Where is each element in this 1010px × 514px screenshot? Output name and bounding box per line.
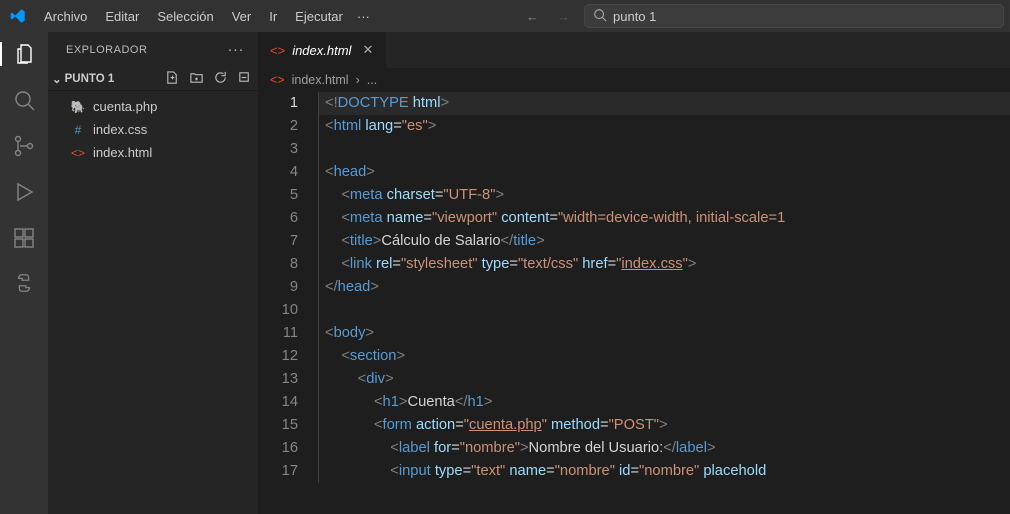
- new-folder-icon[interactable]: [189, 70, 204, 88]
- code-line[interactable]: <section>: [318, 345, 1010, 368]
- code-line[interactable]: </head>: [318, 276, 1010, 299]
- breadcrumb-file: index.html: [292, 73, 349, 87]
- code-line[interactable]: [318, 299, 1010, 322]
- title-bar: ArchivoEditarSelecciónVerIrEjecutar ··· …: [0, 0, 1010, 32]
- nav-back-icon[interactable]: ←: [526, 9, 539, 24]
- file-name: cuenta.php: [93, 99, 157, 114]
- file-list: 🐘 cuenta.php # index.css <> index.html: [48, 91, 258, 168]
- php-file-icon: 🐘: [70, 99, 86, 115]
- code-line[interactable]: <h1>Cuenta</h1>: [318, 391, 1010, 414]
- folder-name: PUNTO 1: [65, 73, 115, 85]
- overflow-menu-icon[interactable]: ···: [351, 5, 376, 28]
- breadcrumb-sep: ›: [356, 73, 360, 87]
- editor-area: <> index.html ✕ <> index.html › ... 1234…: [258, 32, 1010, 514]
- breadcrumb[interactable]: <> index.html › ...: [258, 68, 1010, 92]
- code-line[interactable]: <head>: [318, 161, 1010, 184]
- sidebar-title: EXPLORADOR: [66, 44, 147, 56]
- file-index-html[interactable]: <> index.html: [48, 141, 258, 164]
- menu-archivo[interactable]: Archivo: [36, 5, 95, 28]
- folder-header[interactable]: ⌄ PUNTO 1: [48, 67, 258, 91]
- html-file-icon: <>: [70, 145, 86, 161]
- new-file-icon[interactable]: [165, 70, 180, 88]
- tab-bar: <> index.html ✕: [258, 32, 1010, 68]
- source-control-icon[interactable]: [0, 134, 48, 158]
- search-icon: [593, 8, 607, 25]
- menu-ejecutar[interactable]: Ejecutar: [287, 5, 351, 28]
- collapse-all-icon[interactable]: [237, 70, 252, 88]
- code-line[interactable]: <meta charset="UTF-8">: [318, 184, 1010, 207]
- html-file-icon: <>: [270, 73, 285, 87]
- tab-label: index.html: [292, 43, 351, 58]
- explorer-icon[interactable]: [0, 42, 48, 66]
- code-line[interactable]: <!DOCTYPE html>: [318, 92, 1010, 115]
- command-center-search[interactable]: punto 1: [584, 4, 1004, 28]
- code-line[interactable]: <html lang="es">: [318, 115, 1010, 138]
- vscode-logo-icon: [10, 8, 26, 24]
- run-debug-icon[interactable]: [0, 180, 48, 204]
- file-name: index.html: [93, 145, 152, 160]
- search-value: punto 1: [613, 9, 656, 24]
- code-line[interactable]: <meta name="viewport" content="width=dev…: [318, 207, 1010, 230]
- code-line[interactable]: <title>Cálculo de Salario</title>: [318, 230, 1010, 253]
- python-icon[interactable]: [0, 272, 48, 294]
- code-line[interactable]: <body>: [318, 322, 1010, 345]
- tab-index-html[interactable]: <> index.html ✕: [258, 32, 386, 68]
- menu-ver[interactable]: Ver: [224, 5, 260, 28]
- menu-bar: ArchivoEditarSelecciónVerIrEjecutar: [36, 5, 351, 28]
- menu-ir[interactable]: Ir: [261, 5, 285, 28]
- search-activity-icon[interactable]: [0, 88, 48, 112]
- sidebar-explorer: EXPLORADOR ··· ⌄ PUNTO 1 🐘 cuenta.php # ind…: [48, 32, 258, 514]
- code-line[interactable]: [318, 138, 1010, 161]
- line-numbers: 1234567891011121314151617: [258, 92, 316, 514]
- close-tab-icon[interactable]: ✕: [362, 42, 373, 58]
- menu-editar[interactable]: Editar: [97, 5, 147, 28]
- code-line[interactable]: <div>: [318, 368, 1010, 391]
- html-file-icon: <>: [270, 43, 285, 58]
- menu-selección[interactable]: Selección: [149, 5, 221, 28]
- file-cuenta-php[interactable]: 🐘 cuenta.php: [48, 95, 258, 118]
- refresh-icon[interactable]: [213, 70, 228, 88]
- breadcrumb-rest: ...: [367, 73, 377, 87]
- nav-buttons: ← →: [526, 9, 570, 24]
- file-name: index.css: [93, 122, 147, 137]
- code-line[interactable]: <link rel="stylesheet" type="text/css" h…: [318, 253, 1010, 276]
- code-line[interactable]: <label for="nombre">Nombre del Usuario:<…: [318, 437, 1010, 460]
- nav-forward-icon[interactable]: →: [557, 9, 570, 24]
- css-file-icon: #: [70, 122, 86, 138]
- sidebar-more-icon[interactable]: ···: [228, 41, 245, 58]
- extensions-icon[interactable]: [0, 226, 48, 250]
- code-line[interactable]: <input type="text" name="nombre" id="nom…: [318, 460, 1010, 483]
- code-editor[interactable]: 1234567891011121314151617 <!DOCTYPE html…: [258, 92, 1010, 514]
- activity-bar: [0, 32, 48, 514]
- code-line[interactable]: <form action="cuenta.php" method="POST">: [318, 414, 1010, 437]
- code-lines: <!DOCTYPE html><html lang="es"> <head> <…: [316, 92, 1010, 514]
- chevron-down-icon: ⌄: [52, 72, 62, 86]
- file-index-css[interactable]: # index.css: [48, 118, 258, 141]
